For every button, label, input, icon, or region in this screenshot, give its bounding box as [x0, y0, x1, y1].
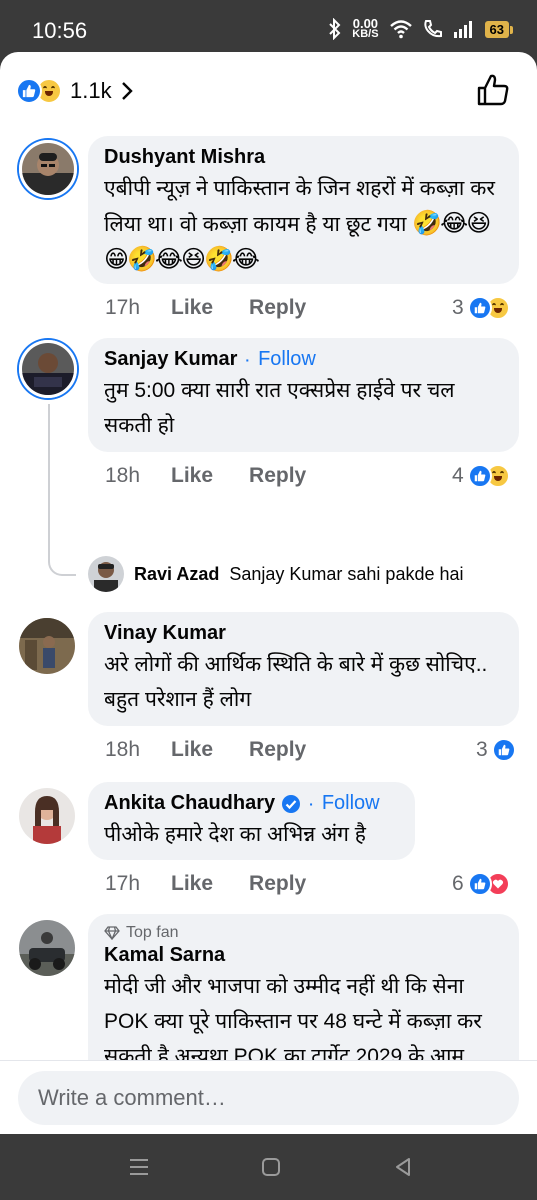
like-reaction-icon [491, 738, 516, 762]
comment-author[interactable]: Vinay Kumar [104, 622, 503, 645]
comment-meta: 17h Like Reply [105, 872, 342, 896]
like-button[interactable]: Like [171, 872, 213, 896]
comment-text: एबीपी न्यूज़ ने पाकिस्तान के जिन शहरों म… [104, 177, 495, 273]
comment-author[interactable]: Ankita Chaudhary · Follow [104, 792, 399, 815]
comment-text: तुम 5:00 क्या सारी रात एक्सप्रेस हाईवे प… [104, 379, 455, 437]
comment-author[interactable]: Dushyant Mishra [104, 146, 503, 169]
reactions-summary[interactable]: 1.1k [16, 74, 134, 108]
avatar[interactable] [88, 556, 124, 592]
comment-reaction-count: 3 [452, 296, 464, 319]
reaction-count: 1.1k [70, 78, 112, 103]
reply-author[interactable]: Ravi Azad [134, 564, 219, 585]
reply-button[interactable]: Reply [249, 872, 306, 896]
avatar[interactable] [19, 618, 75, 674]
reply-preview[interactable]: Ravi Azad Sanjay Kumar sahi pakde hai [88, 556, 464, 592]
like-reaction-icon [467, 296, 492, 320]
diamond-icon [104, 926, 120, 940]
call-icon [423, 20, 442, 38]
comment-time: 17h [105, 296, 141, 319]
avatar[interactable] [19, 920, 75, 976]
reply-button[interactable]: Reply [249, 738, 306, 762]
back-icon[interactable] [392, 1156, 414, 1178]
comment-reactions[interactable]: 3 [476, 738, 516, 762]
comment-bubble[interactable]: Sanjay Kumar · Follow तुम 5:00 क्या सारी र… [88, 338, 519, 452]
comment-reactions[interactable]: 3 [452, 296, 510, 320]
comment-reaction-count: 4 [452, 464, 464, 487]
comment-author[interactable]: Sanjay Kumar · Follow [104, 348, 503, 371]
comments-sheet: 1.1k Dushyant Mishra एबीपी न्यूज़ ने पाक… [0, 52, 537, 1134]
bluetooth-icon [329, 18, 341, 40]
signal-icon [453, 21, 472, 38]
comment-bubble[interactable]: Vinay Kumar अरे लोगों की आर्थिक स्थिति क… [88, 612, 519, 726]
comment-reaction-count: 3 [476, 738, 488, 761]
system-navigation-bar [0, 1134, 537, 1200]
wifi-icon [389, 20, 412, 39]
comment-input[interactable]: Write a comment… [18, 1071, 519, 1125]
status-icons: 0.00 KB/S 63 [328, 16, 514, 40]
like-button[interactable]: Like [171, 464, 213, 488]
like-reaction-icon [467, 464, 492, 488]
comment-time: 18h [105, 464, 141, 487]
thread-line [48, 404, 50, 556]
comment-reactions[interactable]: 4 [452, 464, 510, 488]
like-button[interactable]: Like [171, 738, 213, 762]
comment-meta: 18h Like Reply [105, 464, 342, 488]
top-fan-badge: Top fan [104, 924, 503, 942]
follow-button[interactable]: Follow [258, 348, 316, 371]
comment-meta: 18h Like Reply [105, 738, 342, 762]
comment-reactions[interactable]: 6 [452, 872, 510, 896]
like-reaction-icon [467, 872, 492, 896]
like-button[interactable]: Like [171, 296, 213, 320]
comment-input-placeholder: Write a comment… [38, 1085, 226, 1110]
like-reaction-icon [16, 78, 42, 104]
battery-indicator: 63 [484, 20, 514, 38]
network-speed: 0.00 KB/S [352, 16, 379, 40]
comment-text: अरे लोगों की आर्थिक स्थिति के बारे में क… [104, 653, 488, 711]
comment-text: पीओके हमारे देश का अभिन्न अंग है [104, 823, 366, 846]
comment-author[interactable]: Kamal Sarna [104, 944, 503, 967]
comment-reaction-count: 6 [452, 872, 464, 895]
avatar[interactable] [19, 140, 77, 198]
comment-meta: 17h Like Reply [105, 296, 342, 320]
reply-button[interactable]: Reply [249, 296, 306, 320]
verified-badge-icon [282, 794, 301, 813]
status-time: 10:56 [32, 18, 88, 43]
avatar[interactable] [19, 340, 77, 398]
reply-button[interactable]: Reply [249, 464, 306, 488]
chevron-right-icon[interactable] [120, 80, 134, 102]
comment-bubble[interactable]: Dushyant Mishra एबीपी न्यूज़ ने पाकिस्ता… [88, 136, 519, 284]
comment-composer-area: Write a comment… [0, 1060, 537, 1134]
follow-button[interactable]: Follow [322, 792, 380, 815]
menu-icon[interactable] [128, 1156, 150, 1178]
avatar[interactable] [19, 788, 75, 844]
comment-bubble[interactable]: Ankita Chaudhary · Follow पीओके हमारे देश… [88, 782, 415, 860]
comment-time: 18h [105, 738, 141, 761]
reply-text: Sanjay Kumar sahi pakde hai [229, 563, 464, 584]
home-icon[interactable] [260, 1156, 282, 1178]
comment-time: 17h [105, 872, 141, 895]
like-post-button[interactable] [475, 72, 511, 108]
thread-curve [48, 556, 76, 576]
